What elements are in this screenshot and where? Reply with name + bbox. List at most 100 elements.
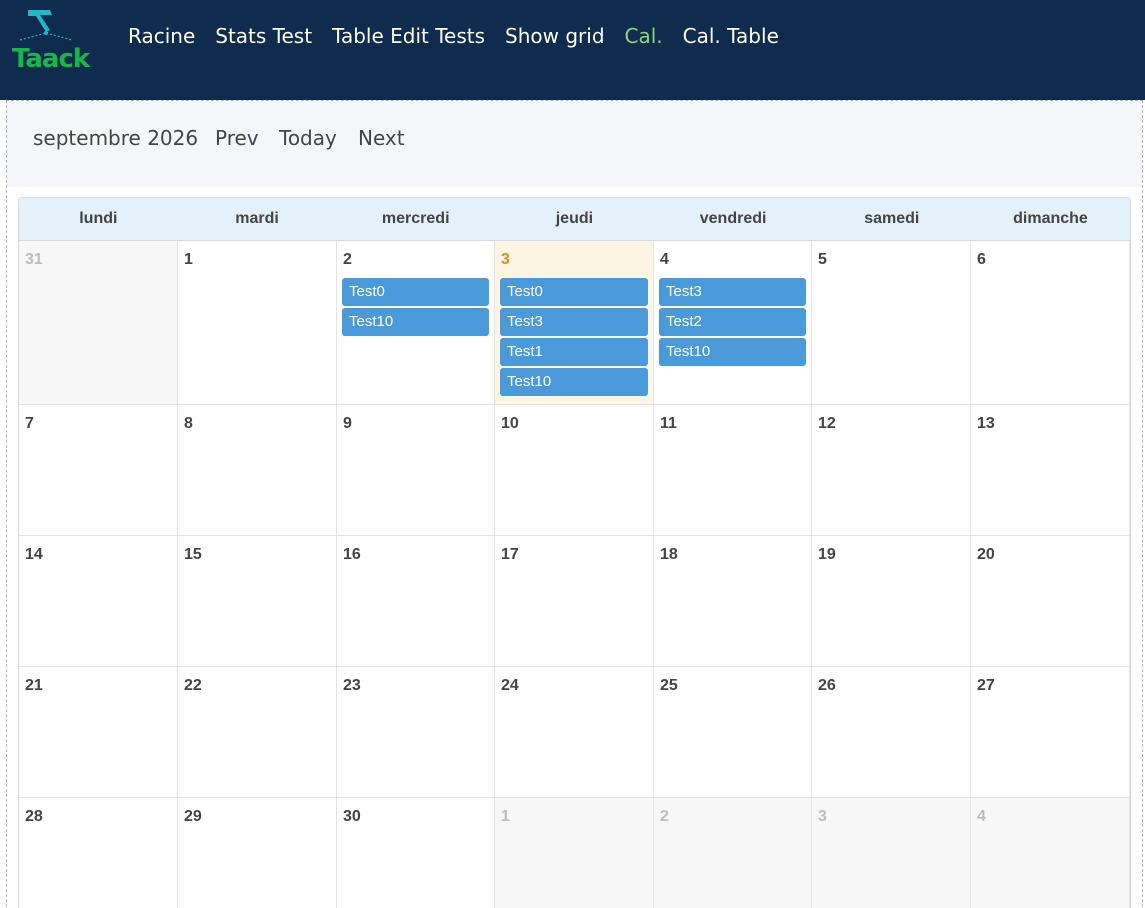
day-number: 6 — [977, 251, 986, 268]
day-cell[interactable]: 21 — [19, 667, 178, 798]
calendar-panel: septembre 2026 Prev Today Next lundi mar… — [6, 100, 1143, 908]
day-cell[interactable]: 10 — [495, 405, 654, 536]
day-number: 27 — [977, 677, 995, 694]
day-cell[interactable]: 20 — [971, 536, 1130, 667]
day-number: 2 — [660, 808, 669, 825]
logo-text: Taack — [12, 44, 90, 74]
calendar-event[interactable]: Test2 — [659, 308, 806, 336]
day-cell[interactable]: 16 — [337, 536, 495, 667]
day-number: 9 — [343, 415, 352, 432]
day-cell[interactable]: 5 — [812, 241, 971, 405]
day-number: 31 — [25, 251, 43, 268]
day-number: 25 — [660, 677, 678, 694]
day-cell[interactable]: 1 — [178, 241, 337, 405]
day-number: 10 — [501, 415, 519, 432]
day-number: 11 — [660, 415, 677, 432]
day-cell[interactable]: 27 — [971, 667, 1130, 798]
day-number: 29 — [184, 808, 202, 825]
day-cell[interactable]: 2 — [654, 798, 812, 908]
weekday-header-row: lundi mardi mercredi jeudi vendredi same… — [19, 198, 1130, 241]
day-number: 23 — [343, 677, 361, 694]
calendar-event[interactable]: Test10 — [342, 308, 489, 336]
day-cell[interactable]: 3 — [812, 798, 971, 908]
prev-button[interactable]: Prev — [215, 124, 259, 152]
weekday-header: jeudi — [555, 210, 594, 227]
day-number: 18 — [660, 546, 678, 563]
day-cell[interactable]: 11 — [654, 405, 812, 536]
month-calendar-grid: lundi mardi mercredi jeudi vendredi same… — [18, 197, 1131, 908]
day-number: 12 — [818, 415, 836, 432]
month-label: septembre 2026 — [33, 126, 199, 150]
day-cell[interactable]: 29 — [178, 798, 337, 908]
day-cell[interactable]: 2 Test0 Test10 — [337, 241, 495, 405]
calendar-event[interactable]: Test3 — [500, 308, 648, 336]
weekday-header: dimanche — [1013, 210, 1088, 227]
day-number: 2 — [343, 251, 352, 268]
day-cell[interactable]: 30 — [337, 798, 495, 908]
taack-logo[interactable]: Taack — [10, 6, 96, 74]
day-cell[interactable]: 4 Test3 Test2 Test10 — [654, 241, 812, 405]
weekday-header: samedi — [864, 210, 920, 227]
day-number: 8 — [184, 415, 193, 432]
nav-item-stats-test[interactable]: Stats Test — [215, 22, 312, 50]
calendar-event[interactable]: Test0 — [500, 278, 648, 306]
day-number: 15 — [184, 546, 202, 563]
day-number: 16 — [343, 546, 361, 563]
day-number: 13 — [977, 415, 995, 432]
day-number: 20 — [977, 546, 995, 563]
day-number: 1 — [501, 808, 510, 825]
next-button[interactable]: Next — [358, 124, 405, 152]
day-cell[interactable]: 15 — [178, 536, 337, 667]
day-number: 17 — [501, 546, 519, 563]
day-number: 22 — [184, 677, 202, 694]
day-number: 19 — [818, 546, 836, 563]
weekday-header: lundi — [79, 210, 118, 227]
today-button[interactable]: Today — [279, 124, 337, 152]
nav-item-cal-table[interactable]: Cal. Table — [683, 22, 779, 50]
day-cell[interactable]: 19 — [812, 536, 971, 667]
day-cell[interactable]: 26 — [812, 667, 971, 798]
day-cell[interactable]: 24 — [495, 667, 654, 798]
nav-item-cal[interactable]: Cal. — [625, 22, 663, 50]
day-cell[interactable]: 12 — [812, 405, 971, 536]
day-cell[interactable]: 6 — [971, 241, 1130, 405]
day-cell[interactable]: 9 — [337, 405, 495, 536]
day-cell[interactable]: 23 — [337, 667, 495, 798]
calendar-event[interactable]: Test1 — [500, 338, 648, 366]
day-cell[interactable]: 3 Test0 Test3 Test1 Test10 — [495, 241, 654, 405]
day-cell[interactable]: 14 — [19, 536, 178, 667]
day-cell[interactable]: 25 — [654, 667, 812, 798]
calendar-event[interactable]: Test3 — [659, 278, 806, 306]
top-navbar: Taack Racine Stats Test Table Edit Tests… — [0, 0, 1145, 100]
day-cell[interactable]: 31 — [19, 241, 178, 405]
day-cell[interactable]: 17 — [495, 536, 654, 667]
day-number: 26 — [818, 677, 836, 694]
weekday-header: vendredi — [699, 210, 767, 227]
day-cell[interactable]: 28 — [19, 798, 178, 908]
day-number: 21 — [25, 677, 43, 694]
day-cell[interactable]: 7 — [19, 405, 178, 536]
day-cell[interactable]: 22 — [178, 667, 337, 798]
nav-item-table-edit-tests[interactable]: Table Edit Tests — [332, 22, 485, 50]
day-number: 30 — [343, 808, 361, 825]
day-number: 28 — [25, 808, 43, 825]
day-cell[interactable]: 18 — [654, 536, 812, 667]
day-number: 3 — [818, 808, 827, 825]
day-cell[interactable]: 13 — [971, 405, 1130, 536]
main-nav: Racine Stats Test Table Edit Tests Show … — [118, 22, 789, 50]
day-number: 5 — [818, 251, 827, 268]
calendar-event[interactable]: Test0 — [342, 278, 489, 306]
day-cell[interactable]: 1 — [495, 798, 654, 908]
day-number: 14 — [25, 546, 43, 563]
day-cell[interactable]: 4 — [971, 798, 1130, 908]
day-cell[interactable]: 8 — [178, 405, 337, 536]
calendar-event[interactable]: Test10 — [500, 368, 648, 396]
logo-emblem-icon — [19, 10, 73, 41]
day-number: 4 — [977, 808, 986, 825]
calendar-event[interactable]: Test10 — [659, 338, 806, 366]
nav-item-racine[interactable]: Racine — [128, 22, 195, 50]
weekday-header: mercredi — [381, 210, 450, 227]
day-number: 24 — [501, 677, 519, 694]
weekday-header: mardi — [235, 210, 279, 227]
nav-item-show-grid[interactable]: Show grid — [505, 22, 605, 50]
